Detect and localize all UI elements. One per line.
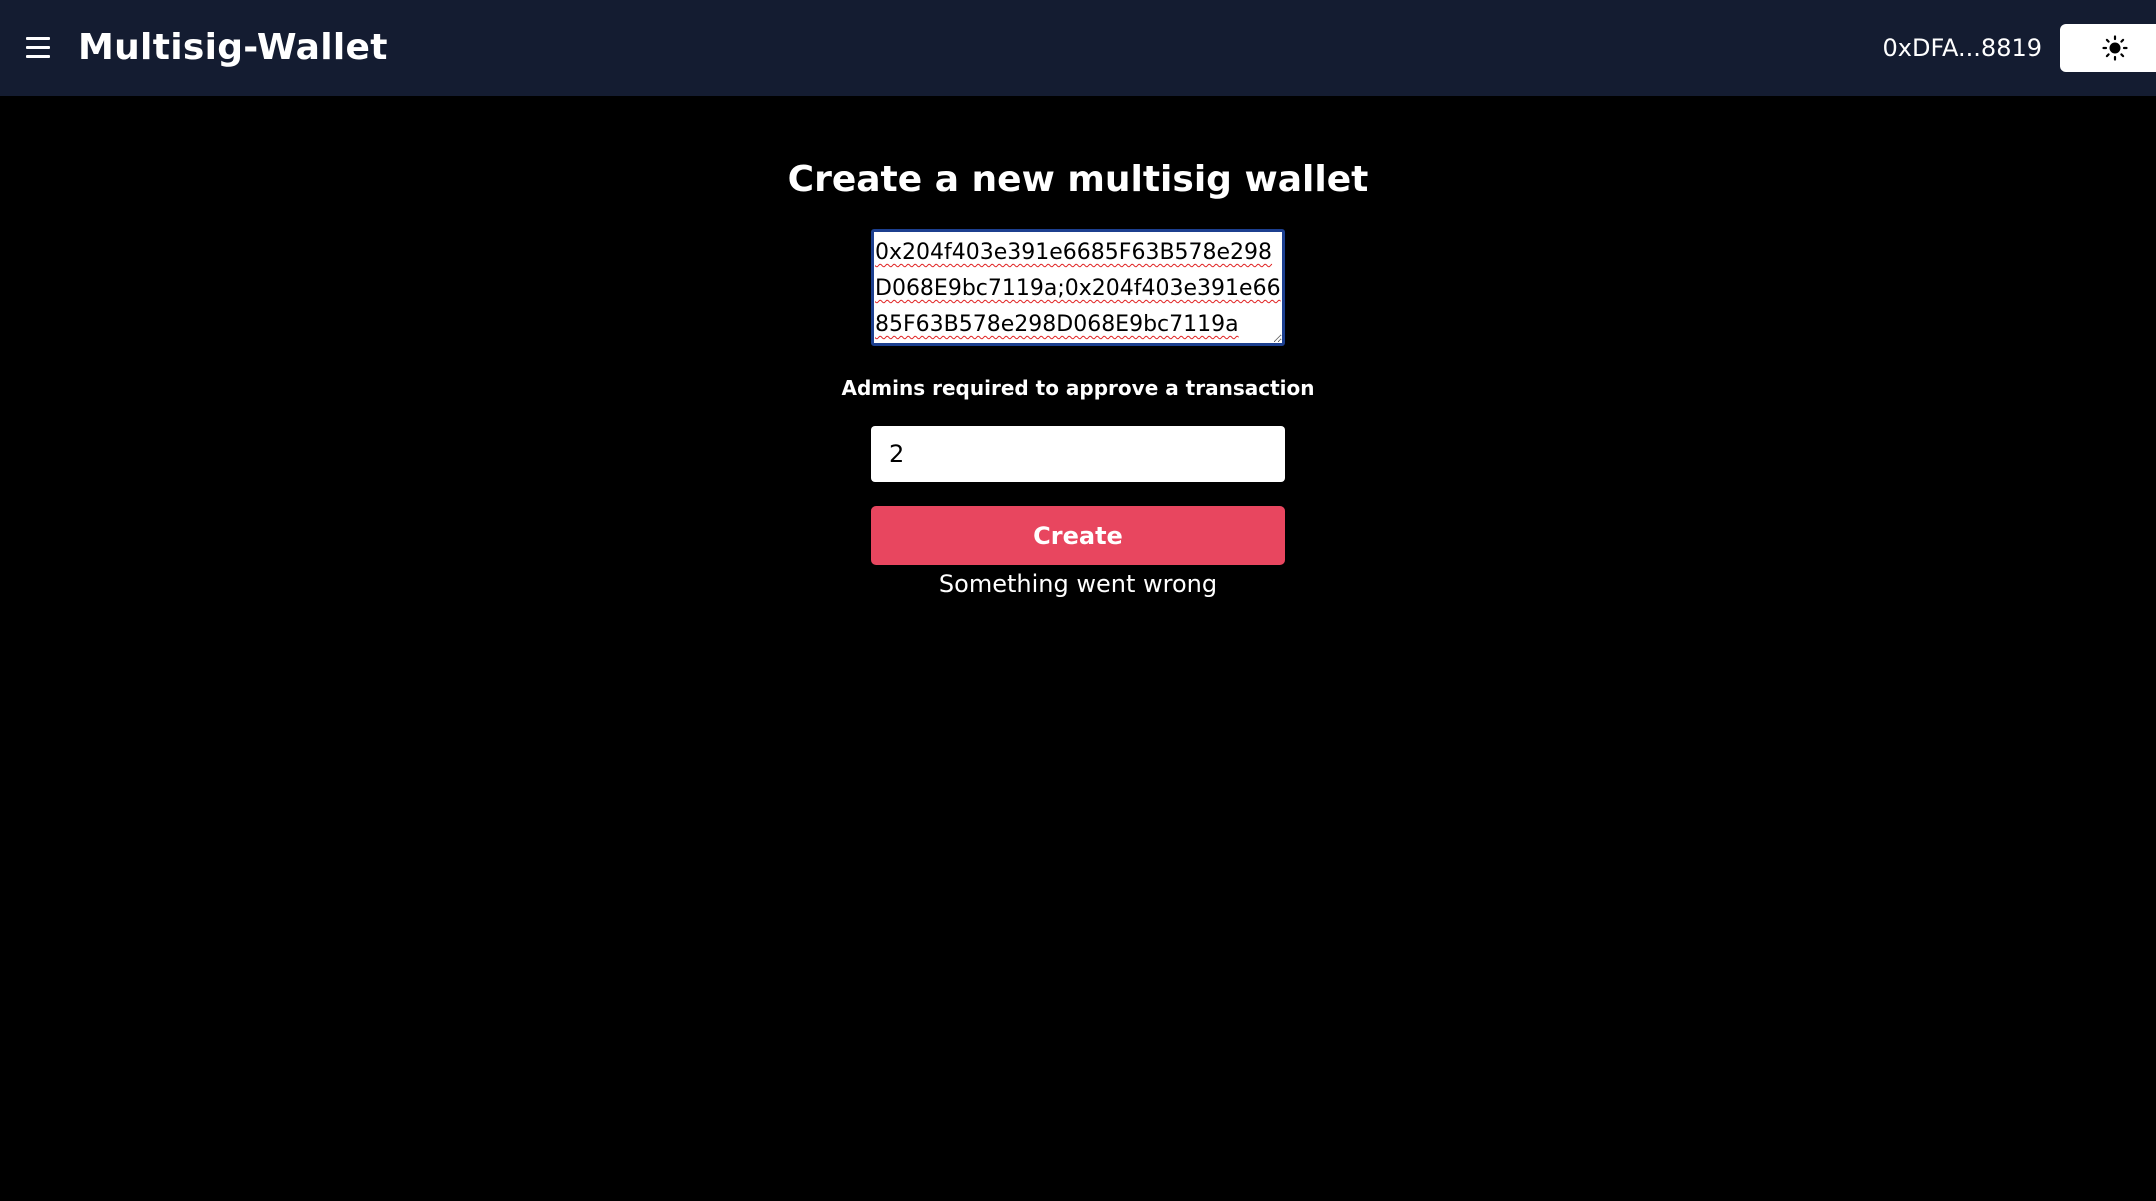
menu-line [26,37,50,40]
menu-line [26,46,50,49]
sun-icon [2102,35,2128,61]
hamburger-menu-icon[interactable] [24,34,54,62]
app-title: Multisig-Wallet [78,27,388,68]
error-message: Something went wrong [938,570,1218,598]
top-navbar: Multisig-Wallet 0xDFA...8819 [0,0,2156,96]
quorum-label: Admins required to approve a transaction [841,376,1315,400]
menu-line [26,55,50,58]
quorum-input[interactable] [871,426,1285,482]
admin-addresses-textarea[interactable]: 0x204f403e391e6685F63B578e298D068E9bc711… [871,229,1285,346]
page-title: Create a new multisig wallet [787,159,1369,200]
theme-toggle-button[interactable] [2060,24,2156,72]
account-address: 0xDFA...8819 [1882,34,2042,62]
create-button[interactable]: Create [871,506,1285,565]
